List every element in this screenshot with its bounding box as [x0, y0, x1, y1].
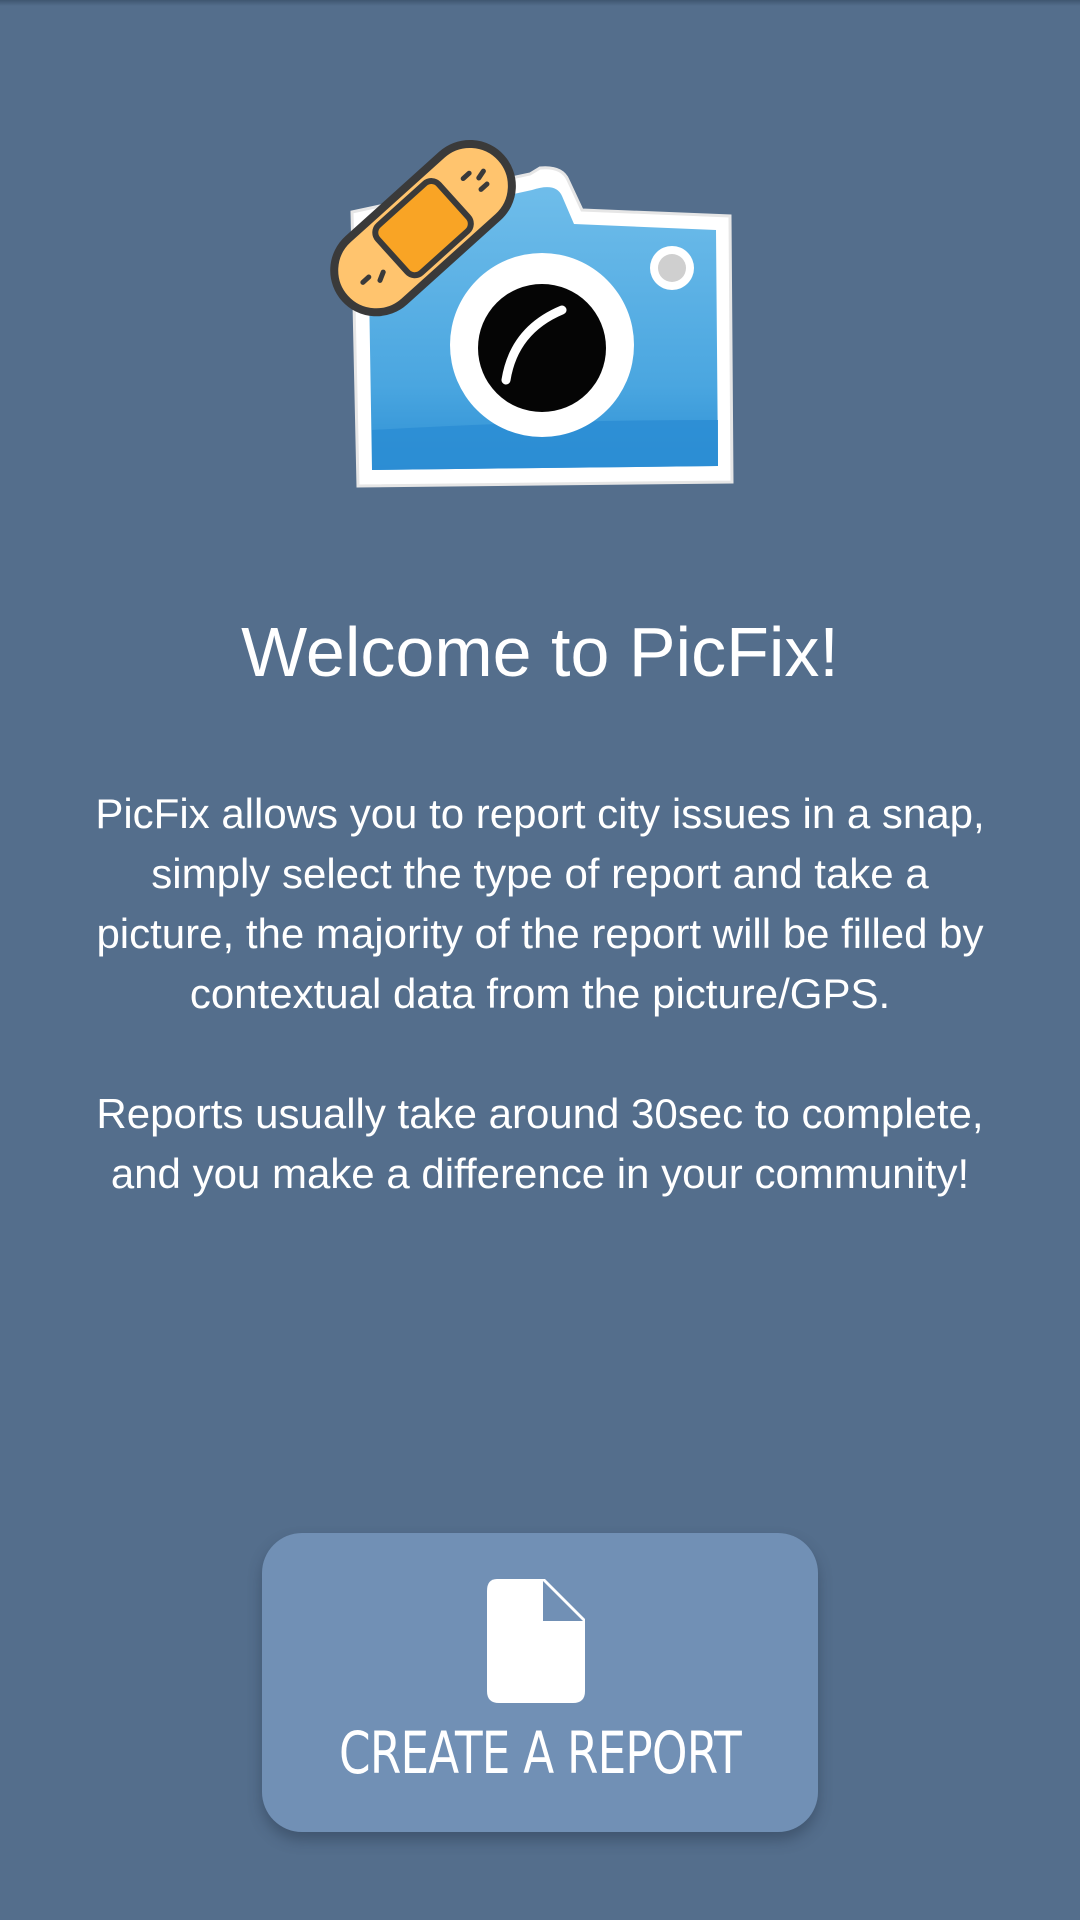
create-report-label: CREATE A REPORT [339, 1719, 742, 1787]
document-icon [487, 1579, 585, 1703]
picfix-logo [330, 139, 734, 488]
create-report-button[interactable]: CREATE A REPORT [262, 1533, 818, 1832]
intro-description: PicFix allows you to report city issues … [80, 784, 1000, 1204]
community-text: and you make a difference in your commun… [110, 1150, 970, 1197]
time-estimate-text: Reports usually take around 30sec to com… [96, 1090, 984, 1137]
intro-paragraph: PicFix allows you to report city issues … [95, 790, 985, 1017]
welcome-title: Welcome to PicFix! [241, 613, 839, 691]
status-bar-shadow [0, 0, 1080, 6]
